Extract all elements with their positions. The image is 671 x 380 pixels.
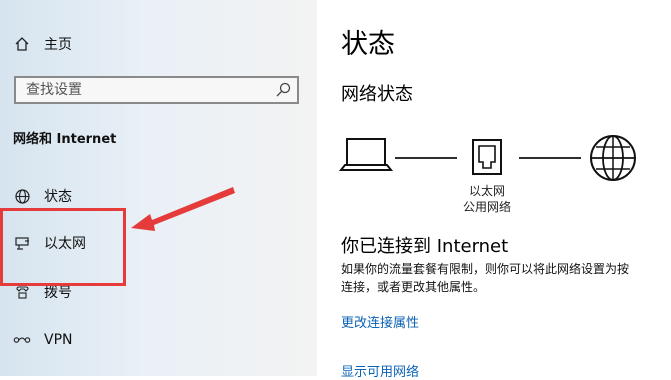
- page-title: 状态: [341, 29, 395, 60]
- description: 如果你的流量套餐有限制，则你可以将此网络设置为按 连接，或者更改其他属性。: [341, 260, 671, 296]
- ethernet-port-icon: [472, 139, 502, 175]
- vpn-icon: [12, 330, 32, 350]
- description-line: 连接，或者更改其他属性。: [341, 280, 486, 294]
- network-type-label: 公用网络: [462, 200, 511, 214]
- network-status-heading: 网络状态: [341, 84, 413, 105]
- sidebar-item-label: VPN: [44, 332, 73, 348]
- show-available-networks-link[interactable]: 显示可用网络: [341, 361, 419, 380]
- home-icon: [12, 34, 32, 54]
- search-input[interactable]: [16, 78, 276, 102]
- sidebar-item-status[interactable]: 状态: [0, 181, 317, 211]
- highlight-box: [0, 208, 126, 286]
- main-content: 状态 网络状态 以太网 公用网络 你已连接到 Internet 如果你的流量套餐…: [317, 0, 671, 380]
- home-label: 主页: [44, 37, 72, 53]
- adapter-label: 以太网: [468, 184, 505, 198]
- computer-icon: [338, 138, 394, 171]
- globe-icon: [590, 135, 636, 181]
- globe-icon: [12, 186, 32, 206]
- change-connection-properties-link[interactable]: 更改连接属性: [341, 312, 419, 331]
- sidebar: 主页 网络和 Internet 状态 以太网 拨号 VPN: [0, 0, 317, 376]
- section-title: 网络和 Internet: [13, 132, 117, 147]
- search-box[interactable]: [14, 76, 299, 104]
- sidebar-item-label: 状态: [44, 189, 72, 205]
- search-icon[interactable]: [275, 82, 291, 98]
- home-nav-item[interactable]: 主页: [0, 29, 317, 59]
- network-diagram: 以太网 公用网络: [337, 130, 647, 220]
- sidebar-item-vpn[interactable]: VPN: [0, 325, 317, 355]
- connected-heading: 你已连接到 Internet: [341, 236, 509, 257]
- description-line: 如果你的流量套餐有限制，则你可以将此网络设置为按: [341, 262, 630, 276]
